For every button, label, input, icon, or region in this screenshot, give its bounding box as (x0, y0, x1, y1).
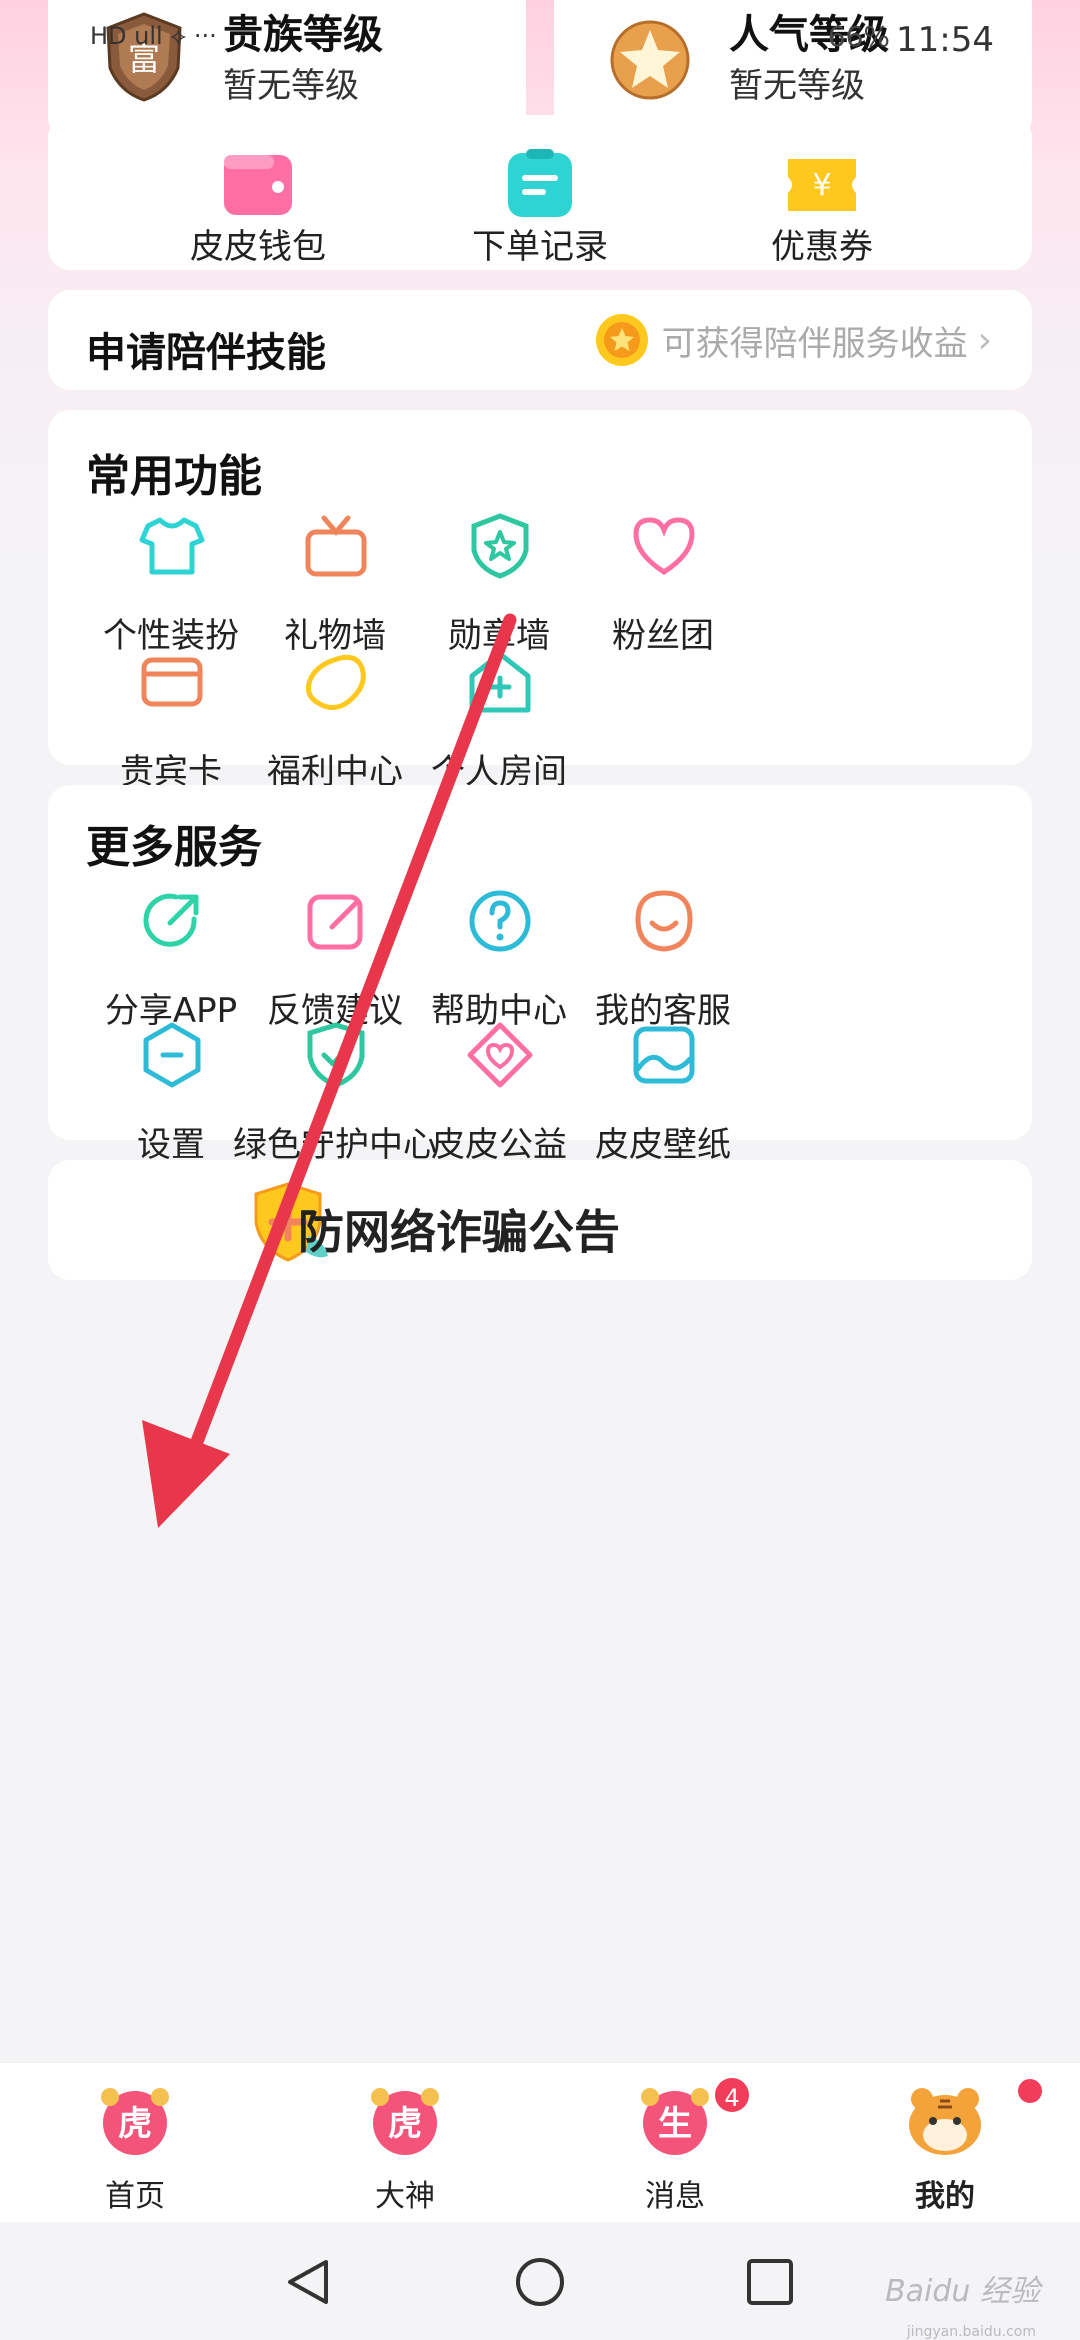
medal-icon (471, 513, 529, 579)
anti-fraud-banner[interactable]: 防网络诈骗公告 (48, 1160, 1032, 1280)
order-record-icon (508, 149, 572, 217)
common-functions-title: 常用功能 (86, 451, 262, 502)
bottom-tab-bar: 虎 首页 虎 大神 生 4 消息 我的 (0, 2062, 1080, 2222)
watermark-sub: jingyan.baidu.com (906, 2324, 1036, 2340)
tab-master-glyph: 虎 (388, 2104, 422, 2144)
watermark: Baidu 经验 (885, 2274, 1040, 2309)
coupon-icon: ¥ (788, 159, 856, 211)
apply-skill-row[interactable]: 申请陪伴技能 可获得陪伴服务收益 › (48, 290, 1032, 390)
share-icon (143, 893, 199, 947)
help-icon (469, 890, 531, 952)
battery-level: 66% (827, 20, 890, 53)
recents-icon[interactable] (744, 2256, 796, 2308)
apply-skill-title: 申请陪伴技能 (86, 330, 326, 376)
apply-skill-hint-text: 可获得陪伴服务收益 (661, 323, 968, 364)
anti-fraud-title: 防网络诈骗公告 (298, 1205, 620, 1259)
apply-skill-hint: 可获得陪伴服务收益 › (594, 312, 992, 368)
tab-messages-label: 消息 (645, 2179, 705, 2214)
back-icon[interactable] (282, 2256, 334, 2308)
wallpaper-icon (633, 1026, 695, 1084)
notification-dot (1018, 2079, 1042, 2103)
chevron-right-icon: › (977, 319, 992, 361)
tab-master-label: 大神 (375, 2179, 435, 2214)
tab-home-glyph: 虎 (118, 2104, 152, 2144)
bean-icon (305, 654, 366, 710)
customer-service-icon (635, 890, 693, 952)
quick-actions-card: 皮皮钱包 下单记录 ¥ 优惠券 (48, 115, 1032, 270)
gift-wall-icon (305, 515, 367, 577)
vip-card-icon (141, 657, 203, 707)
grid-item-fan-club-label: 粉丝团 (612, 616, 714, 656)
unread-badge: 4 (712, 2075, 752, 2115)
settings-icon (143, 1022, 201, 1088)
status-time: 11:54 (896, 20, 994, 60)
master-tiger-icon: 虎 (371, 2088, 439, 2155)
quick-orders-label: 下单记录 (472, 227, 608, 267)
coupon-glyph: ¥ (812, 168, 831, 203)
more-services-title: 更多服务 (86, 822, 262, 873)
coin-icon (595, 314, 648, 366)
tiger-avatar-icon (909, 2088, 981, 2155)
quick-wallet-label: 皮皮钱包 (190, 227, 326, 267)
tab-home-label: 首页 (105, 2179, 165, 2214)
common-functions-card: 常用功能 个性装扮 礼物墙 勋章墙 粉丝团 贵宾卡 福利中心 个人房间 (48, 410, 1032, 792)
charity-icon (467, 1022, 533, 1088)
heart-icon (633, 517, 695, 575)
system-navigation-bar: Baidu 经验 jingyan.baidu.com (0, 2222, 1080, 2340)
tab-mine-label: 我的 (915, 2179, 975, 2214)
room-icon (469, 651, 531, 713)
tab-messages-glyph: 生 (658, 2104, 692, 2144)
quick-coupon-label: 优惠券 (771, 227, 873, 267)
grid-item-wallpaper-label: 皮皮壁纸 (595, 1125, 731, 1165)
message-icon: 生 (641, 2088, 709, 2155)
shield-check-icon (307, 1022, 365, 1088)
feedback-icon (307, 894, 363, 950)
home-tiger-icon: 虎 (101, 2088, 169, 2155)
status-bar: HD ull ⟡ ··· 66% 11:54 (0, 0, 1080, 80)
more-services-card: 更多服务 分享APP 反馈建议 帮助中心 我的客服 设置 绿色守护中心 皮皮公益… (48, 785, 1032, 1165)
wallet-icon (224, 155, 292, 215)
home-circle-icon[interactable] (514, 2256, 566, 2308)
status-icons: HD ull ⟡ ··· (90, 22, 217, 50)
shirt-icon (139, 517, 205, 575)
